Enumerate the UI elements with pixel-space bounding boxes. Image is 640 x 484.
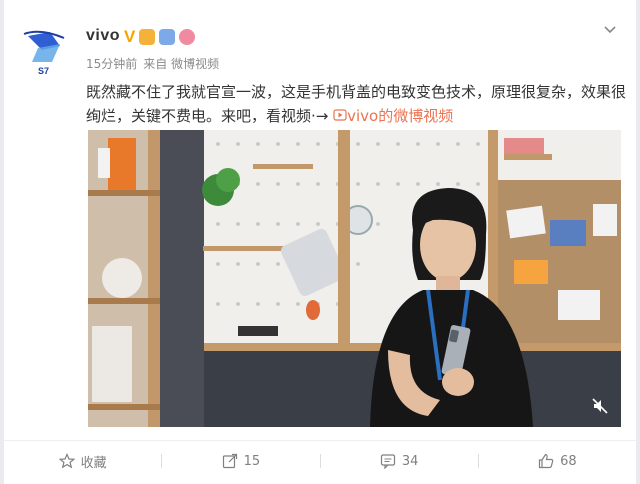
favorite-label: 收藏 (80, 455, 107, 471)
vip-badge-icon[interactable] (139, 29, 156, 45)
avatar-label: S7 (38, 66, 49, 76)
share-icon (222, 453, 237, 469)
video-link-label: vivo的微博视频 (347, 107, 454, 125)
chevron-down-icon[interactable] (602, 22, 618, 38)
video-frame (88, 130, 621, 427)
verified-icon: V (124, 27, 136, 46)
post-meta: 15分钟前 来自 微博视频 (86, 55, 219, 72)
action-bar: 收藏 15 34 68 (4, 440, 636, 481)
repost-button[interactable]: 15 (162, 441, 319, 481)
avatar[interactable]: S7 (20, 26, 70, 76)
author-name[interactable]: vivo (86, 27, 120, 45)
timestamp[interactable]: 15分钟前 (86, 55, 137, 72)
play-icon (333, 109, 347, 121)
video-player[interactable] (88, 130, 621, 427)
weibo-post-card: S7 vivo V 15分钟前 来自 微博视频 既然藏不住了我就官宣一波，这是手… (4, 0, 636, 484)
balloon-badge-icon[interactable] (179, 29, 196, 45)
comment-count: 34 (401, 453, 419, 469)
comment-button[interactable]: 34 (321, 441, 478, 481)
author-badges: V (124, 27, 196, 46)
post-arrow: ·→ (311, 107, 329, 125)
like-button[interactable]: 68 (479, 441, 636, 481)
mute-icon[interactable] (591, 397, 609, 415)
post-text: 既然藏不住了我就官宣一波，这是手机背盖的电致变色技术，原理很复杂，效果很绚烂，关… (86, 80, 626, 128)
post-source[interactable]: 来自 微博视频 (143, 55, 219, 72)
like-icon (538, 453, 554, 469)
favorite-button[interactable]: 收藏 (4, 441, 161, 481)
comment-icon (380, 454, 395, 469)
video-link[interactable]: vivo的微博视频 (333, 107, 453, 125)
member-badge-icon[interactable] (159, 29, 176, 45)
like-count: 68 (560, 453, 577, 469)
star-icon (58, 453, 75, 469)
repost-count: 15 (243, 453, 261, 469)
